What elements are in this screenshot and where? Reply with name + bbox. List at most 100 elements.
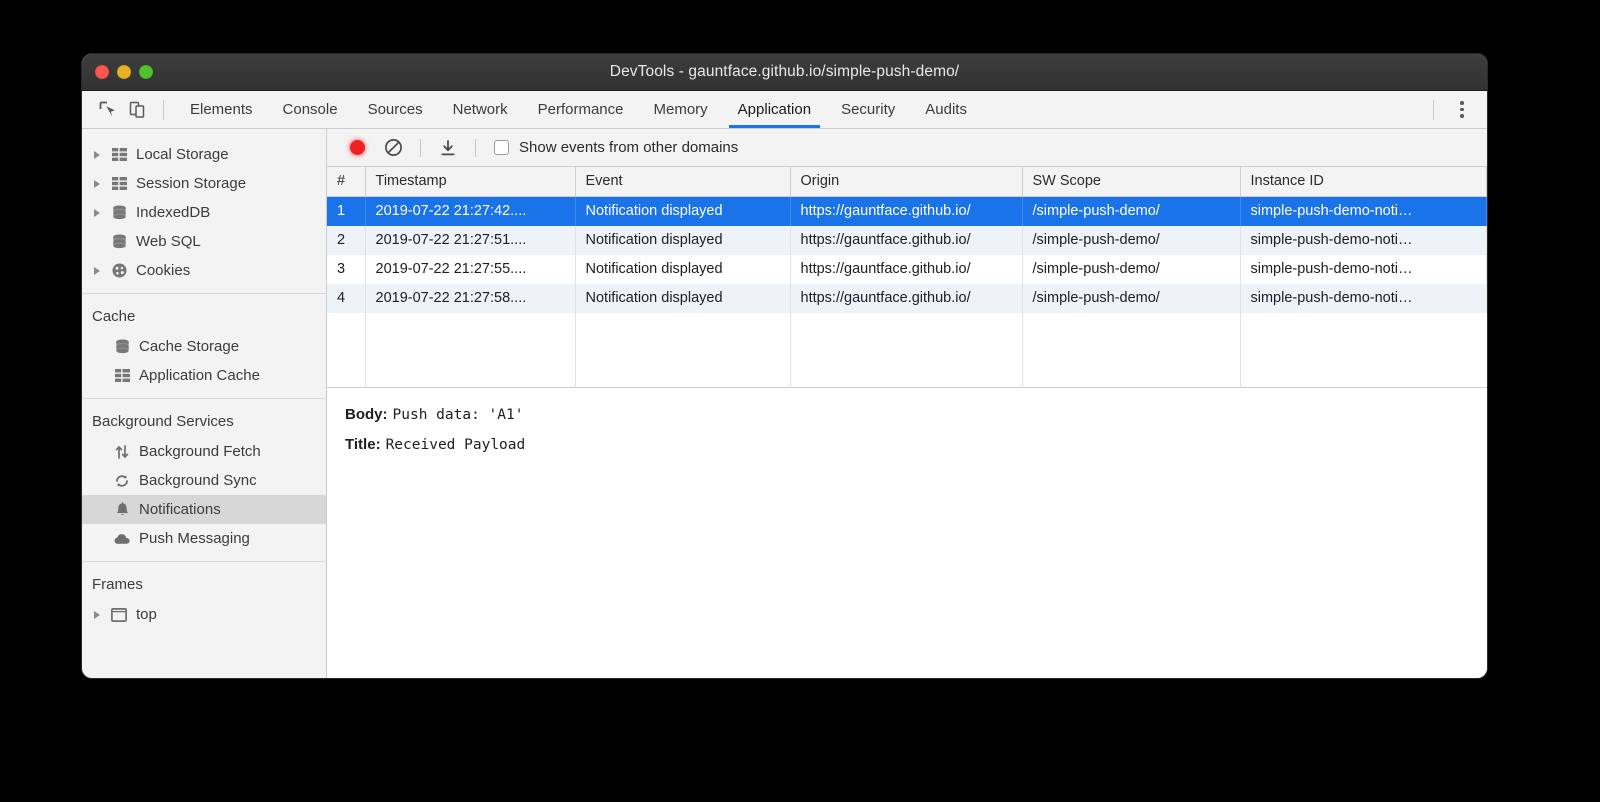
inspect-element-icon[interactable] bbox=[92, 96, 122, 124]
sidebar-item-notifications[interactable]: Notifications bbox=[82, 495, 326, 524]
tab-memory[interactable]: Memory bbox=[639, 91, 723, 128]
show-other-domains-toggle[interactable]: Show events from other domains bbox=[494, 139, 738, 156]
tab-network[interactable]: Network bbox=[438, 91, 523, 128]
table-row[interactable]: 3 2019-07-22 21:27:55.... Notification d… bbox=[327, 255, 1487, 284]
sidebar-group-storage: Local Storage Session Storage bbox=[82, 135, 326, 293]
table-icon bbox=[108, 177, 130, 190]
sidebar-group-frames: Frames top bbox=[82, 561, 326, 637]
sidebar-item-top[interactable]: top bbox=[82, 600, 326, 629]
panel-tabs: Elements Console Sources Network Perform… bbox=[175, 91, 982, 128]
cell-instance-id: simple-push-demo-noti… bbox=[1240, 284, 1487, 313]
export-button[interactable] bbox=[430, 134, 466, 162]
window-title: DevTools - gauntface.github.io/simple-pu… bbox=[82, 63, 1487, 81]
show-other-domains-label: Show events from other domains bbox=[519, 139, 738, 156]
chevron-right-icon[interactable] bbox=[94, 267, 108, 275]
table-icon bbox=[111, 369, 133, 382]
sidebar-item-label: Local Storage bbox=[136, 147, 229, 162]
detail-key-body: Body: bbox=[345, 406, 388, 423]
sidebar-item-label: Application Cache bbox=[139, 368, 260, 383]
sidebar-item-push-messaging[interactable]: Push Messaging bbox=[82, 524, 326, 553]
sidebar-item-label: Cookies bbox=[136, 263, 190, 278]
cell-origin: https://gauntface.github.io/ bbox=[790, 226, 1022, 255]
sidebar-item-background-fetch[interactable]: Background Fetch bbox=[82, 437, 326, 466]
tab-console[interactable]: Console bbox=[268, 91, 353, 128]
database-icon bbox=[111, 339, 133, 354]
tab-sources[interactable]: Sources bbox=[353, 91, 438, 128]
devtools-body: Local Storage Session Storage bbox=[82, 129, 1487, 678]
table-row[interactable]: 2 2019-07-22 21:27:51.... Notification d… bbox=[327, 226, 1487, 255]
tab-label: Security bbox=[841, 101, 895, 118]
close-button[interactable] bbox=[95, 65, 109, 79]
sidebar-item-local-storage[interactable]: Local Storage bbox=[82, 140, 326, 169]
clear-button[interactable] bbox=[375, 134, 411, 162]
sidebar-item-web-sql[interactable]: Web SQL bbox=[82, 227, 326, 256]
tab-application[interactable]: Application bbox=[723, 91, 826, 128]
cell-event: Notification displayed bbox=[575, 226, 790, 255]
sidebar-item-application-cache[interactable]: Application Cache bbox=[82, 361, 326, 390]
sidebar-item-label: Web SQL bbox=[136, 234, 201, 249]
notifications-panel: Show events from other domains # Timesta… bbox=[327, 129, 1487, 678]
events-table-container[interactable]: # Timestamp Event Origin SW Scope Instan… bbox=[327, 167, 1487, 388]
sidebar-item-cache-storage[interactable]: Cache Storage bbox=[82, 332, 326, 361]
cloud-icon bbox=[111, 532, 133, 545]
detail-value-title: Received Payload bbox=[386, 437, 526, 453]
tabbar-divider-right bbox=[1433, 100, 1434, 120]
table-empty-space bbox=[327, 313, 1487, 389]
show-other-domains-checkbox[interactable] bbox=[494, 140, 509, 155]
sidebar-item-background-sync[interactable]: Background Sync bbox=[82, 466, 326, 495]
devtools-tabbar: Elements Console Sources Network Perform… bbox=[82, 91, 1487, 129]
cell-timestamp: 2019-07-22 21:27:42.... bbox=[365, 197, 575, 226]
cell-number: 3 bbox=[327, 255, 365, 284]
sidebar-item-cookies[interactable]: Cookies bbox=[82, 256, 326, 285]
tab-performance[interactable]: Performance bbox=[523, 91, 639, 128]
tab-elements[interactable]: Elements bbox=[175, 91, 268, 128]
notifications-toolbar: Show events from other domains bbox=[327, 129, 1487, 167]
cell-number: 2 bbox=[327, 226, 365, 255]
cell-sw-scope: /simple-push-demo/ bbox=[1022, 255, 1240, 284]
zoom-button[interactable] bbox=[139, 65, 153, 79]
column-header-number[interactable]: # bbox=[327, 167, 365, 197]
bell-icon bbox=[111, 502, 133, 518]
sidebar-group-cache: Cache bbox=[82, 293, 326, 398]
clear-icon bbox=[384, 138, 403, 157]
tab-audits[interactable]: Audits bbox=[910, 91, 982, 128]
tab-label: Sources bbox=[368, 101, 423, 118]
cell-timestamp: 2019-07-22 21:27:55.... bbox=[365, 255, 575, 284]
record-button[interactable] bbox=[339, 134, 375, 162]
table-row[interactable]: 1 2019-07-22 21:27:42.... Notification d… bbox=[327, 197, 1487, 226]
cell-timestamp: 2019-07-22 21:27:58.... bbox=[365, 284, 575, 313]
sidebar-section-header-cache: Cache bbox=[82, 299, 326, 332]
more-options-icon[interactable] bbox=[1445, 96, 1479, 124]
tab-security[interactable]: Security bbox=[826, 91, 910, 128]
tab-label: Performance bbox=[538, 101, 624, 118]
column-header-instance-id[interactable]: Instance ID bbox=[1240, 167, 1487, 197]
tab-label: Audits bbox=[925, 101, 967, 118]
table-row[interactable]: 4 2019-07-22 21:27:58.... Notification d… bbox=[327, 284, 1487, 313]
device-toolbar-icon[interactable] bbox=[122, 96, 152, 124]
sidebar-item-indexeddb[interactable]: IndexedDB bbox=[82, 198, 326, 227]
cell-instance-id: simple-push-demo-noti… bbox=[1240, 226, 1487, 255]
table-header-row: # Timestamp Event Origin SW Scope Instan… bbox=[327, 167, 1487, 197]
sidebar-item-label: Background Fetch bbox=[139, 444, 261, 459]
record-icon bbox=[350, 140, 365, 155]
sidebar-section-header-background-services: Background Services bbox=[82, 404, 326, 437]
chevron-right-icon[interactable] bbox=[94, 209, 108, 217]
tab-label: Network bbox=[453, 101, 508, 118]
column-header-origin[interactable]: Origin bbox=[790, 167, 1022, 197]
cell-event: Notification displayed bbox=[575, 197, 790, 226]
column-header-timestamp[interactable]: Timestamp bbox=[365, 167, 575, 197]
sidebar-item-session-storage[interactable]: Session Storage bbox=[82, 169, 326, 198]
chevron-right-icon[interactable] bbox=[94, 611, 108, 619]
tab-label: Elements bbox=[190, 101, 253, 118]
chevron-right-icon[interactable] bbox=[94, 151, 108, 159]
column-header-sw-scope[interactable]: SW Scope bbox=[1022, 167, 1240, 197]
minimize-button[interactable] bbox=[117, 65, 131, 79]
chevron-right-icon[interactable] bbox=[94, 180, 108, 188]
toolbar-divider-1 bbox=[420, 139, 421, 157]
frame-icon bbox=[108, 608, 130, 622]
cell-instance-id: simple-push-demo-noti… bbox=[1240, 197, 1487, 226]
window-controls bbox=[82, 65, 153, 79]
cell-event: Notification displayed bbox=[575, 284, 790, 313]
column-header-event[interactable]: Event bbox=[575, 167, 790, 197]
detail-row-body: Body: Push data: 'A1' bbox=[345, 406, 1487, 423]
